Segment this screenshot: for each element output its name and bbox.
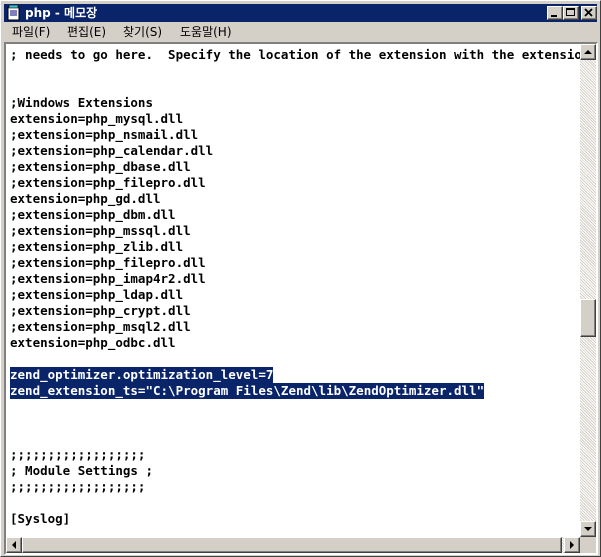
text-editor[interactable]: ; needs to go here. Specify the location… xyxy=(4,42,598,555)
scroll-right-button[interactable] xyxy=(564,537,580,553)
arrow-right-icon xyxy=(570,541,574,549)
vertical-scroll-thumb[interactable] xyxy=(580,299,596,337)
text-line[interactable]: ;;;;;;;;;;;;;;;;;; xyxy=(10,479,145,495)
title-bar[interactable]: php - 메모장 xyxy=(4,4,597,22)
maximize-button[interactable] xyxy=(563,6,579,20)
arrow-down-icon xyxy=(584,527,592,531)
text-line[interactable]: ;extension=php_msql2.dll xyxy=(10,319,191,335)
close-icon xyxy=(584,8,593,17)
text-line[interactable]: ;extension=php_crypt.dll xyxy=(10,303,191,319)
maximize-icon xyxy=(566,8,575,16)
scrollbar-corner xyxy=(580,537,596,553)
menu-edit[interactable]: 편집(E) xyxy=(67,25,106,40)
horizontal-scroll-thumb[interactable] xyxy=(22,537,562,553)
text-line[interactable]: ;extension=php_ldap.dll xyxy=(10,287,183,303)
text-line[interactable]: zend_extension_ts="C:\Program Files\Zend… xyxy=(10,383,485,399)
text-line[interactable]: ;extension=php_dbm.dll xyxy=(10,207,176,223)
text-line[interactable]: ;extension=php_zlib.dll xyxy=(10,239,183,255)
menu-file[interactable]: 파일(F) xyxy=(12,25,50,40)
horizontal-scrollbar[interactable] xyxy=(6,537,580,553)
scroll-up-button[interactable] xyxy=(580,44,596,60)
vertical-scrollbar[interactable] xyxy=(580,44,596,537)
scroll-left-button[interactable] xyxy=(6,537,22,553)
text-line[interactable]: extension=php_mysql.dll xyxy=(10,111,183,127)
scroll-down-button[interactable] xyxy=(580,521,596,537)
menu-help[interactable]: 도움말(H) xyxy=(180,25,232,40)
notepad-icon xyxy=(6,4,22,21)
arrow-up-icon xyxy=(584,50,592,54)
text-line[interactable]: ;extension=php_dbase.dll xyxy=(10,159,191,175)
text-line[interactable]: ;extension=php_nsmail.dll xyxy=(10,127,198,143)
text-line[interactable]: extension=php_odbc.dll xyxy=(10,335,176,351)
close-button[interactable] xyxy=(581,6,597,20)
text-line[interactable]: ;Windows Extensions xyxy=(10,95,153,111)
text-line[interactable]: ; needs to go here. Specify the location… xyxy=(10,47,580,63)
window-title: php - 메모장 xyxy=(25,6,98,20)
text-line[interactable]: ; Module Settings ; xyxy=(10,463,153,479)
text-area[interactable]: ; needs to go here. Specify the location… xyxy=(6,44,580,537)
text-line[interactable]: ;extension=php_calendar.dll xyxy=(10,143,213,159)
text-line[interactable]: ;extension=php_filepro.dll xyxy=(10,255,206,271)
arrow-left-icon xyxy=(12,541,16,549)
text-line[interactable]: ;extension=php_filepro.dll xyxy=(10,175,206,191)
minimize-button[interactable] xyxy=(547,6,563,20)
text-line[interactable]: [Syslog] xyxy=(10,511,70,527)
menu-bar: 파일(F) 편집(E) 찾기(S) 도움말(H) xyxy=(4,23,597,42)
text-line[interactable]: ;extension=php_imap4r2.dll xyxy=(10,271,206,287)
notepad-window: php - 메모장 파일(F) 편집(E) 찾기(S) 도움말(H) ; nee… xyxy=(0,0,601,557)
text-line[interactable]: ;;;;;;;;;;;;;;;;;; xyxy=(10,447,145,463)
minimize-icon xyxy=(551,15,557,17)
text-line[interactable]: ;extension=php_mssql.dll xyxy=(10,223,191,239)
menu-find[interactable]: 찾기(S) xyxy=(123,25,162,40)
text-line[interactable]: zend_optimizer.optimization_level=7 xyxy=(10,367,274,383)
text-line[interactable]: extension=php_gd.dll xyxy=(10,191,161,207)
